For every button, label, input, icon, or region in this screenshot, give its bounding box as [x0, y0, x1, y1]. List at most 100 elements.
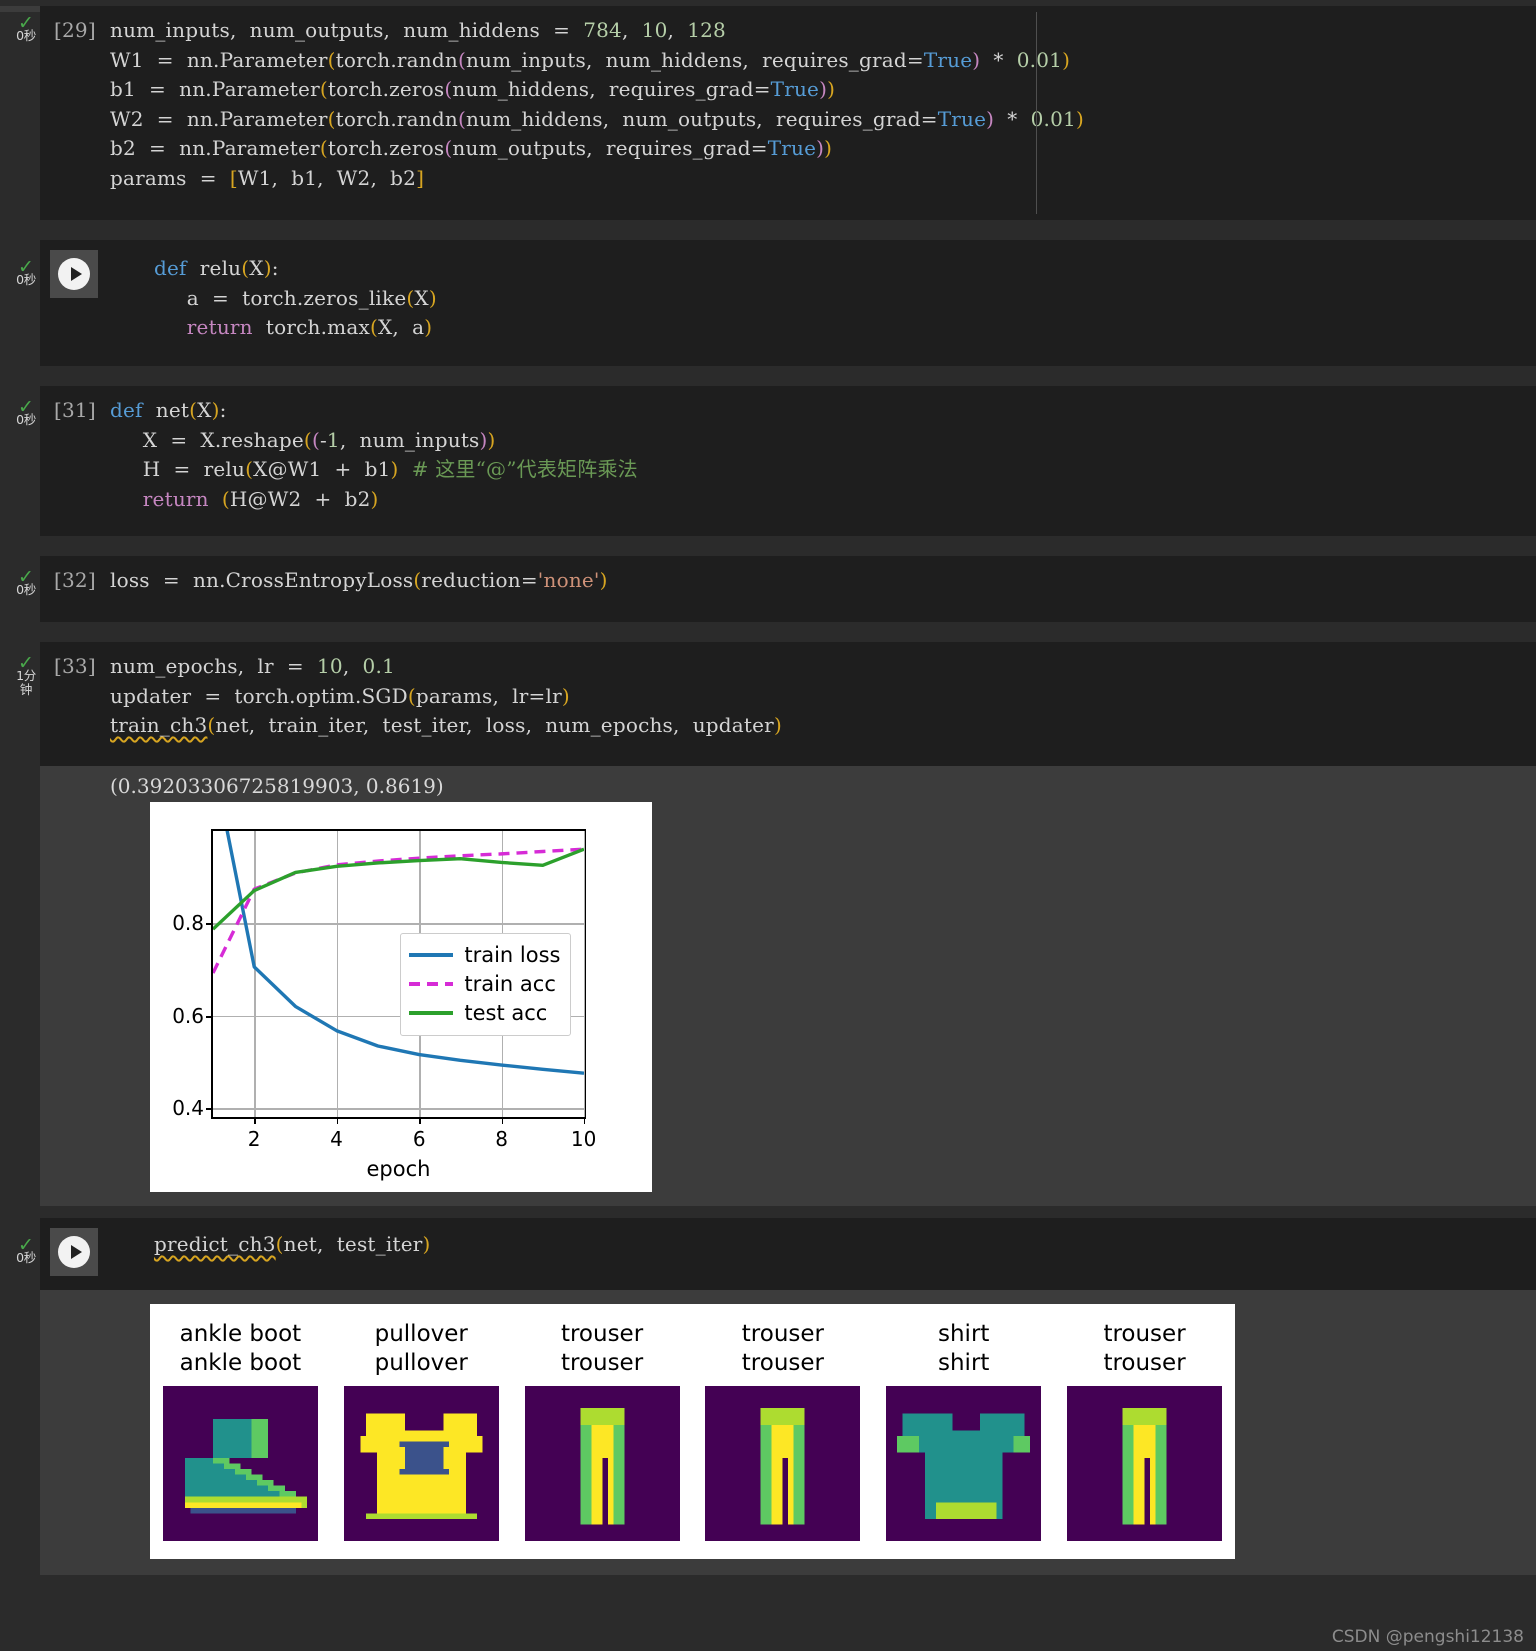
prediction-image-grid: ankle boot ankle boot pullover pullover trou… — [150, 1304, 1235, 1559]
cell-timing-label: 1分 钟 — [16, 668, 36, 697]
cell-timing-label: 0秒 — [16, 28, 36, 43]
ytick-label-0: 0.8 — [172, 911, 204, 936]
legend-row-2: test acc — [409, 999, 560, 1028]
code-editor[interactable]: [32] loss = nn.CrossEntropyLoss(reduction… — [40, 556, 1536, 622]
code-text: W1 = nn.Parameter(torch.randn(num_inputs… — [110, 47, 1071, 72]
notebook-page: ✓ 0秒 [29] num_inputs, num_outputs, num_hi… — [0, 6, 1536, 1651]
code-cell-31[interactable]: ✓ 0秒 [31] def net(X): X = X.reshape((-1, … — [0, 386, 1536, 536]
ytick-label-2: 0.4 — [172, 1096, 204, 1121]
sample-image — [524, 1386, 680, 1541]
prediction-item: pullover pullover — [341, 1320, 501, 1541]
execution-count-label: [33] — [54, 654, 96, 678]
code-cell-29[interactable]: ✓ 0秒 [29] num_inputs, num_outputs, num_hi… — [0, 6, 1536, 220]
code-cell-predict[interactable]: ✓ 0秒 predict_ch3(net, test_iter) ankle b… — [0, 1218, 1536, 1575]
ytick-label-1: 0.6 — [172, 1003, 204, 1028]
execution-count-label: [32] — [54, 568, 96, 592]
legend-row-0: train loss — [409, 941, 560, 970]
xtick-mark — [254, 1117, 256, 1124]
predicted-label: shirt — [938, 1350, 990, 1376]
legend-label: train acc — [464, 972, 556, 997]
code-editor[interactable]: [33] num_epochs, lr = 10, 0.1 updater = t… — [40, 642, 1536, 766]
prediction-item: shirt shirt — [884, 1320, 1044, 1541]
prediction-item: ankle boot ankle boot — [160, 1320, 320, 1541]
run-cell-button[interactable] — [50, 250, 98, 298]
prediction-item: trouser trouser — [1065, 1320, 1225, 1541]
code-text: a = torch.zeros_like(X) — [154, 285, 437, 310]
code-text: num_epochs, lr = 10, 0.1 — [110, 654, 395, 678]
predicted-label: trouser — [741, 1350, 824, 1376]
cell-output-area: ankle boot ankle boot pullover pullover trou… — [40, 1290, 1536, 1575]
code-text: def relu(X): — [154, 256, 279, 280]
xtick-label-1: 4 — [330, 1127, 343, 1151]
true-label: trouser — [1103, 1321, 1186, 1347]
true-label: pullover — [374, 1321, 468, 1347]
prediction-item: trouser trouser — [703, 1320, 863, 1541]
x-axis-label: epoch — [366, 1157, 431, 1181]
true-label: ankle boot — [179, 1321, 302, 1347]
code-editor[interactable]: def relu(X): a = torch.zeros_like(X) ret… — [40, 240, 1536, 366]
code-text: W2 = nn.Parameter(torch.randn(num_hidden… — [110, 106, 1084, 131]
xtick-mark — [501, 1117, 504, 1124]
xtick-mark — [583, 1117, 586, 1124]
cell-timing-label: 0秒 — [16, 412, 36, 427]
output-value-text: (0.39203306725819903, 0.8619) — [110, 774, 444, 798]
code-text: def net(X): — [110, 398, 227, 422]
xtick-label-0: 2 — [247, 1127, 261, 1151]
ytick-mark — [206, 1108, 213, 1110]
execution-count-label: [31] — [54, 398, 96, 422]
code-text: loss = nn.CrossEntropyLoss(reduction='no… — [110, 568, 608, 592]
code-text: H = relu(X@W1 + b1) # 这里“@”代表矩阵乘法 — [110, 457, 638, 481]
legend-label: test acc — [464, 1001, 548, 1026]
true-label: shirt — [938, 1321, 990, 1347]
chart-legend: train loss train acc test acc — [400, 932, 572, 1036]
code-text: b1 = nn.Parameter(torch.zeros(num_hidden… — [110, 77, 836, 101]
sample-image — [343, 1386, 499, 1541]
legend-row-1: train acc — [409, 970, 560, 999]
chart-axes: 0.8 0.6 0.4 2 4 6 8 10 train loss train … — [172, 829, 596, 1181]
code-cell-33[interactable]: ✓ 1分 钟 [33] num_epochs, lr = 10, 0.1 upda… — [0, 642, 1536, 1206]
play-icon — [58, 1236, 90, 1268]
true-label: trouser — [741, 1321, 824, 1347]
code-text: return (H@W2 + b2) — [142, 486, 379, 511]
code-text: return torch.max(X, a) — [186, 315, 433, 339]
code-text: predict_ch3(net, test_iter) — [154, 1232, 431, 1256]
play-icon — [58, 258, 90, 290]
watermark-label: CSDN @pengshi12138 — [1331, 1627, 1524, 1647]
cell-timing-label: 0秒 — [16, 272, 36, 287]
code-text: num_inputs, num_outputs, num_hiddens = 7… — [110, 18, 726, 42]
cell-timing-label: 0秒 — [16, 582, 36, 597]
cell-output-area: (0.39203306725819903, 0.8619) 0.8 0.6 0.… — [40, 766, 1536, 1206]
run-cell-button[interactable] — [50, 1228, 98, 1276]
code-text: train_ch3(net, train_iter, test_iter, lo… — [110, 713, 782, 737]
xtick-mark — [419, 1117, 422, 1124]
sample-image — [886, 1386, 1042, 1541]
ytick-mark — [206, 923, 213, 926]
series-line-2 — [213, 847, 584, 931]
predicted-label: ankle boot — [179, 1350, 302, 1376]
sample-image — [1067, 1386, 1223, 1541]
code-text: X = X.reshape((-1, num_inputs)) — [110, 427, 496, 452]
sample-image — [705, 1386, 861, 1541]
matplotlib-figure: 0.8 0.6 0.4 2 4 6 8 10 train loss train … — [150, 802, 652, 1192]
code-text: b2 = nn.Parameter(torch.zeros(num_output… — [110, 136, 833, 160]
code-editor[interactable]: [31] def net(X): X = X.reshape((-1, num_i… — [40, 386, 1536, 536]
true-label: trouser — [560, 1321, 644, 1347]
code-text: updater = torch.optim.SGD(params, lr=lr) — [110, 683, 570, 708]
code-cell-relu[interactable]: ✓ 0秒 def relu(X): a = torch.zeros_like(X… — [0, 240, 1536, 366]
code-text: params = [W1, b1, W2, b2] — [110, 165, 425, 190]
legend-swatch — [409, 953, 454, 958]
legend-swatch — [409, 982, 454, 987]
prediction-item: trouser trouser — [522, 1320, 682, 1541]
code-editor[interactable]: predict_ch3(net, test_iter) — [40, 1218, 1536, 1290]
predicted-label: trouser — [560, 1350, 644, 1376]
code-editor[interactable]: [29] num_inputs, num_outputs, num_hiddens… — [40, 6, 1536, 220]
sample-image — [162, 1386, 318, 1541]
execution-count-label: [29] — [54, 18, 96, 42]
xtick-label-3: 8 — [495, 1127, 508, 1151]
code-cell-32[interactable]: ✓ 0秒 [32] loss = nn.CrossEntropyLoss(redu… — [0, 556, 1536, 622]
predicted-label: pullover — [374, 1350, 468, 1376]
xtick-label-4: 10 — [570, 1127, 597, 1151]
legend-label: train loss — [464, 943, 561, 968]
cell-timing-label: 0秒 — [16, 1250, 36, 1265]
predicted-label: trouser — [1103, 1350, 1186, 1376]
